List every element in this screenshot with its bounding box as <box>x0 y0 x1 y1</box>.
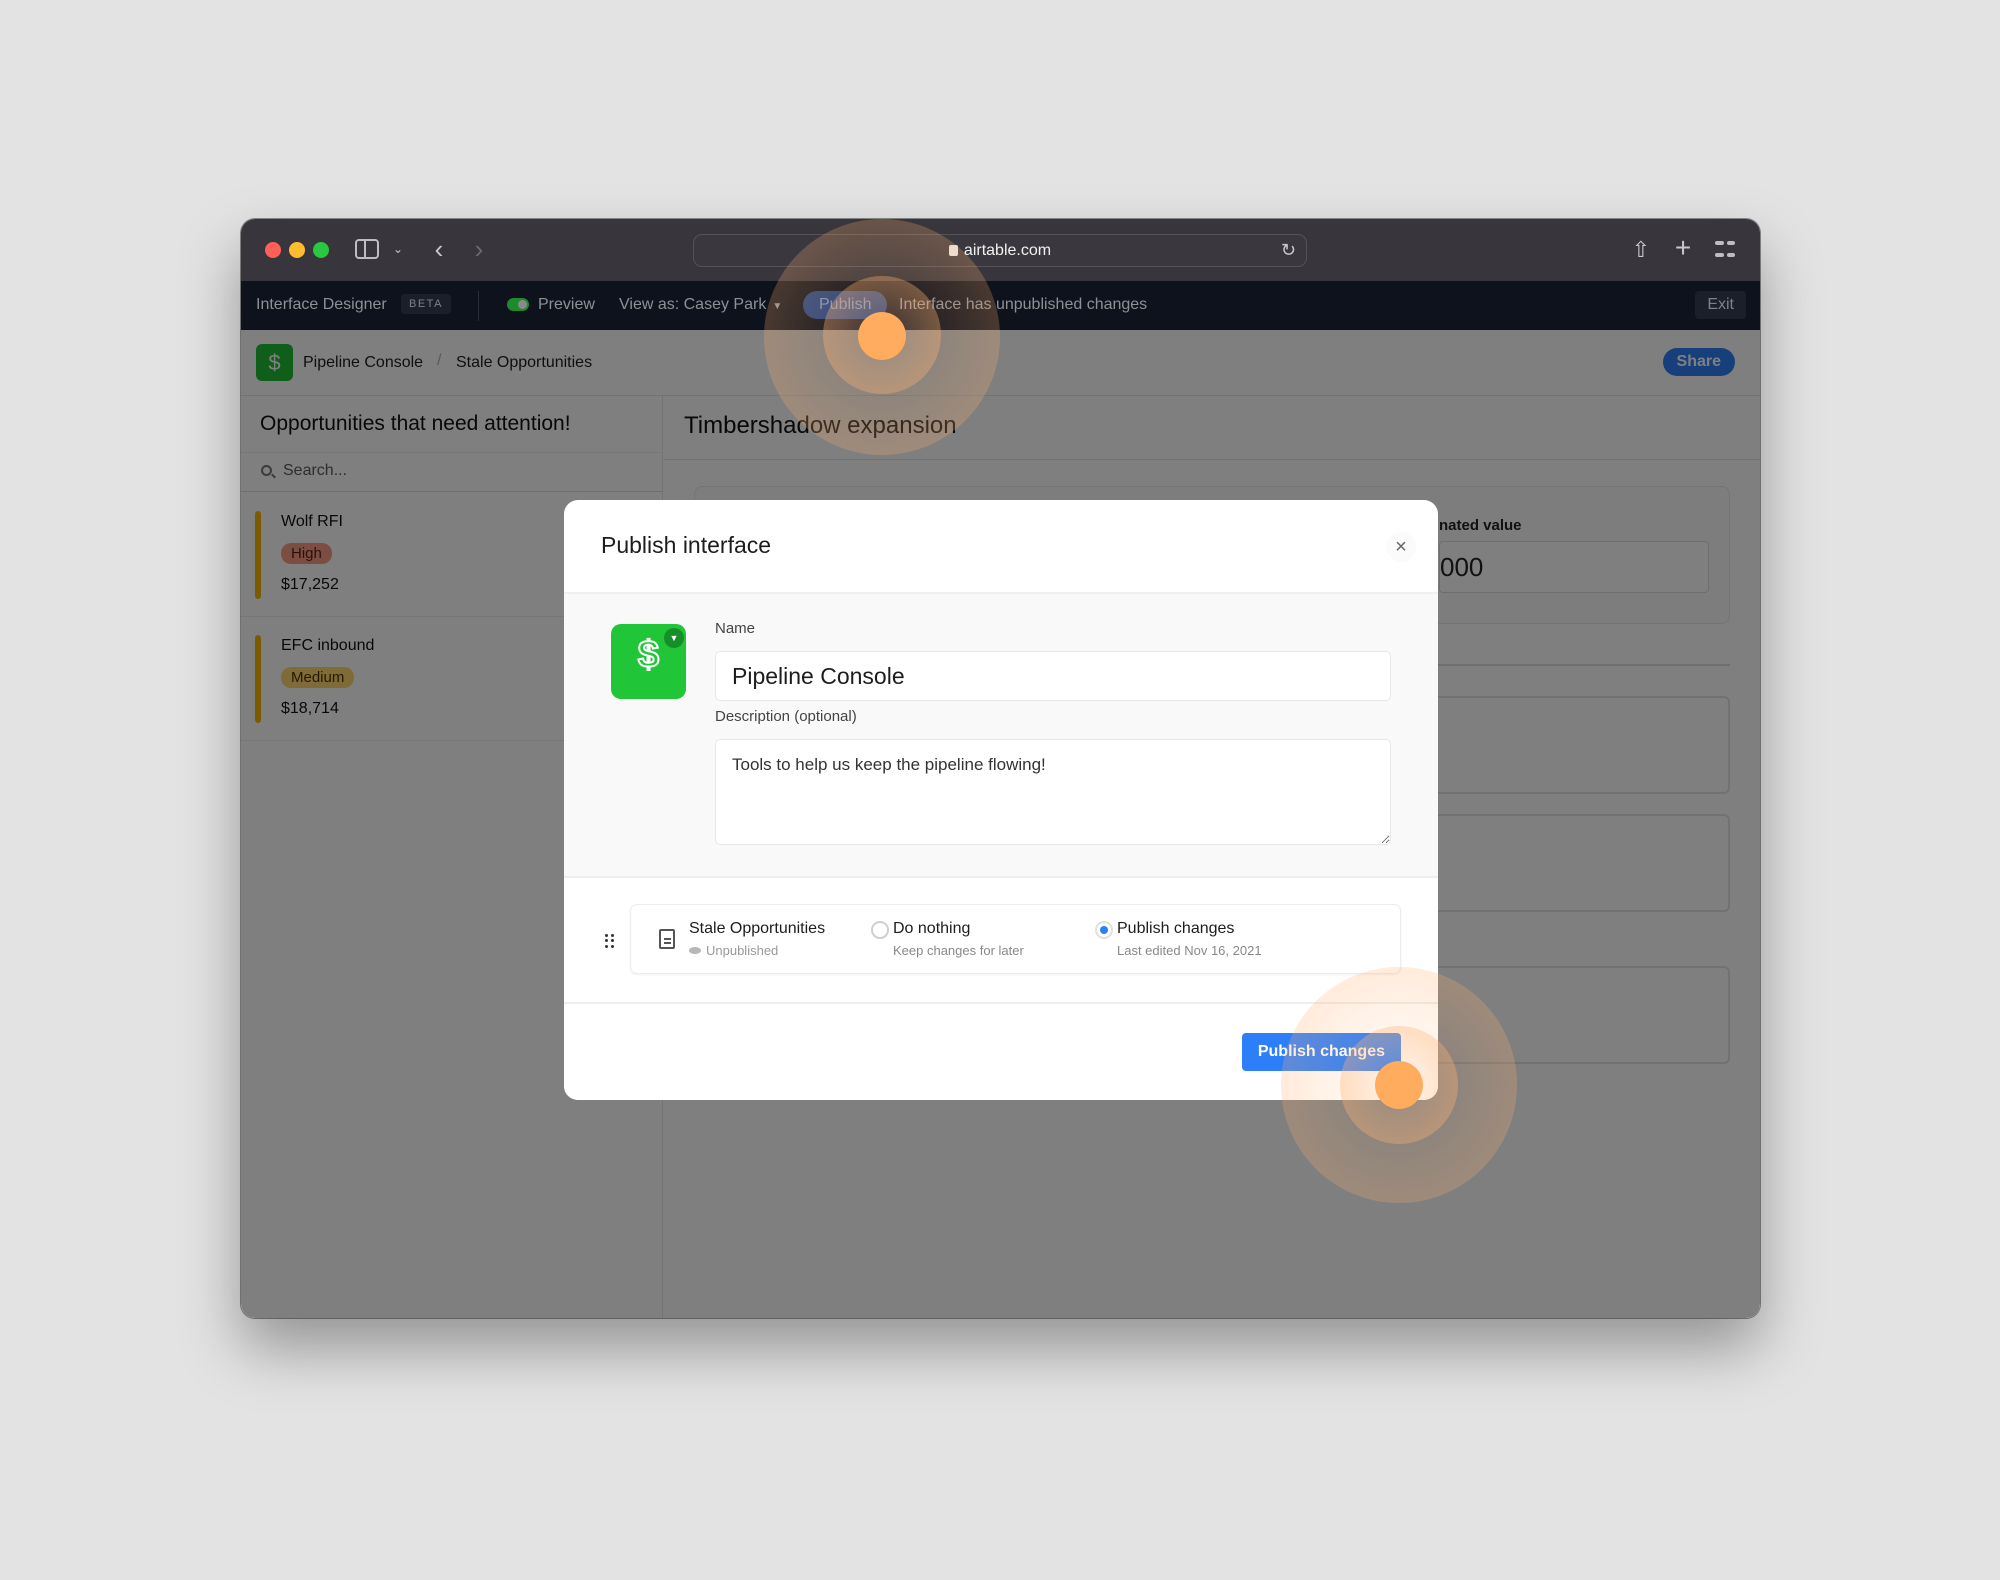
address-bar[interactable]: airtable.com ↻ <box>693 234 1307 267</box>
interface-details: $ ▼ Name Description (optional) Tools to… <box>564 594 1438 878</box>
publish-interface-dialog: Publish interface × $ ▼ Name Description… <box>564 500 1438 1100</box>
publish-button[interactable]: Publish <box>803 291 888 319</box>
share-icon[interactable]: ⇧ <box>1629 235 1653 265</box>
new-tab-icon[interactable]: + <box>1671 232 1695 263</box>
do-nothing-subtitle: Keep changes for later <box>893 943 1024 958</box>
caret-down-icon: ▼ <box>664 628 684 648</box>
designer-title: Interface Designer <box>256 296 387 313</box>
publish-changes-label[interactable]: Publish changes <box>1117 920 1234 938</box>
caret-down-icon: ▼ <box>772 301 783 312</box>
tab-overview-icon[interactable] <box>1715 239 1735 259</box>
preview-toggle[interactable] <box>507 298 529 311</box>
browser-window: ⌄ ‹ › airtable.com ↻ ⇧ + Interface Desig… <box>241 219 1760 1318</box>
description-label: Description (optional) <box>715 708 857 725</box>
forward-icon[interactable]: › <box>467 233 491 265</box>
browser-toolbar: ⌄ ‹ › airtable.com ↻ ⇧ + <box>241 219 1760 281</box>
interface-designer-bar: Interface Designer BETA Preview View as:… <box>241 281 1760 330</box>
interface-icon-picker[interactable]: $ ▼ <box>611 624 686 699</box>
publish-changes-button[interactable]: Publish changes <box>1241 1033 1401 1071</box>
page-publish-row: Stale Opportunities Unpublished Do nothi… <box>630 904 1401 974</box>
minimize-window-button[interactable] <box>289 242 305 258</box>
url-display: airtable.com <box>694 242 1306 260</box>
page-status-text: Unpublished <box>706 943 779 958</box>
pages-section: Stale Opportunities Unpublished Do nothi… <box>564 878 1438 1004</box>
eye-hidden-icon <box>689 947 701 954</box>
sidebar-icon[interactable] <box>355 239 379 259</box>
dialog-header: Publish interface × <box>564 500 1438 594</box>
divider <box>478 291 479 321</box>
name-label: Name <box>715 620 756 637</box>
publish-changes-subtitle: Last edited Nov 16, 2021 <box>1117 943 1262 958</box>
close-window-button[interactable] <box>265 242 281 258</box>
do-nothing-label[interactable]: Do nothing <box>893 920 970 938</box>
reload-icon[interactable]: ↻ <box>1281 240 1296 261</box>
url-text: airtable.com <box>963 242 1052 259</box>
chevron-down-icon[interactable]: ⌄ <box>389 237 407 261</box>
do-nothing-radio[interactable] <box>871 921 889 939</box>
name-field[interactable] <box>715 651 1391 701</box>
exit-button[interactable]: Exit <box>1695 291 1746 319</box>
drag-handle-icon[interactable] <box>605 934 614 948</box>
dialog-title: Publish interface <box>601 532 772 558</box>
unpublished-status: Interface has unpublished changes <box>899 296 1148 313</box>
zoom-window-button[interactable] <box>313 242 329 258</box>
preview-label: Preview <box>538 296 595 313</box>
page-name: Stale Opportunities <box>689 920 826 937</box>
document-icon <box>659 929 675 949</box>
publish-changes-radio[interactable] <box>1095 921 1113 939</box>
lock-icon <box>948 245 958 256</box>
close-icon[interactable]: × <box>1386 532 1416 562</box>
page-status: Unpublished <box>689 943 778 958</box>
beta-badge: BETA <box>401 294 451 314</box>
description-field[interactable]: Tools to help us keep the pipeline flowi… <box>715 739 1391 845</box>
dialog-footer: Publish changes <box>564 1004 1438 1100</box>
back-icon[interactable]: ‹ <box>427 233 451 265</box>
view-as-dropdown[interactable]: View as: Casey Park ▼ <box>619 296 782 314</box>
view-as-label: View as: Casey Park <box>619 296 767 313</box>
